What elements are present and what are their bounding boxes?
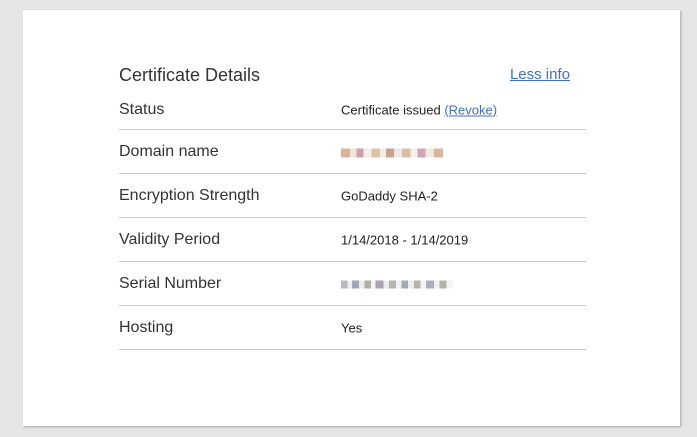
status-value: Certificate issued (Revoke) (341, 102, 497, 117)
status-text: Certificate issued (341, 102, 441, 117)
validity-period-label: Validity Period (119, 230, 221, 248)
row-status: Status Certificate issued (Revoke) (119, 90, 586, 130)
hosting-value: Yes (341, 320, 363, 335)
details-list: Status Certificate issued (Revoke) Domai… (119, 90, 586, 350)
serial-number-value (341, 276, 453, 291)
domain-name-redacted (341, 148, 443, 158)
page-title: Certificate Details (119, 65, 261, 85)
domain-name-label: Domain name (119, 142, 219, 160)
hosting-label: Hosting (119, 318, 174, 336)
serial-number-redacted (341, 280, 453, 289)
certificate-details-card: Certificate Details Less info Status Cer… (23, 10, 680, 426)
row-encryption-strength: Encryption Strength GoDaddy SHA-2 (119, 174, 586, 218)
less-info-link[interactable]: Less info (510, 66, 570, 83)
serial-number-label: Serial Number (119, 274, 222, 292)
row-domain-name: Domain name (119, 130, 586, 174)
domain-name-value (341, 144, 443, 159)
row-serial-number: Serial Number (119, 262, 586, 306)
row-hosting: Hosting Yes (119, 306, 586, 350)
encryption-strength-label: Encryption Strength (119, 186, 260, 204)
encryption-strength-value: GoDaddy SHA-2 (341, 188, 438, 203)
validity-period-value: 1/14/2018 - 1/14/2019 (341, 232, 469, 247)
revoke-link[interactable]: (Revoke) (444, 102, 497, 117)
status-label: Status (119, 100, 165, 118)
row-validity-period: Validity Period 1/14/2018 - 1/14/2019 (119, 218, 586, 262)
